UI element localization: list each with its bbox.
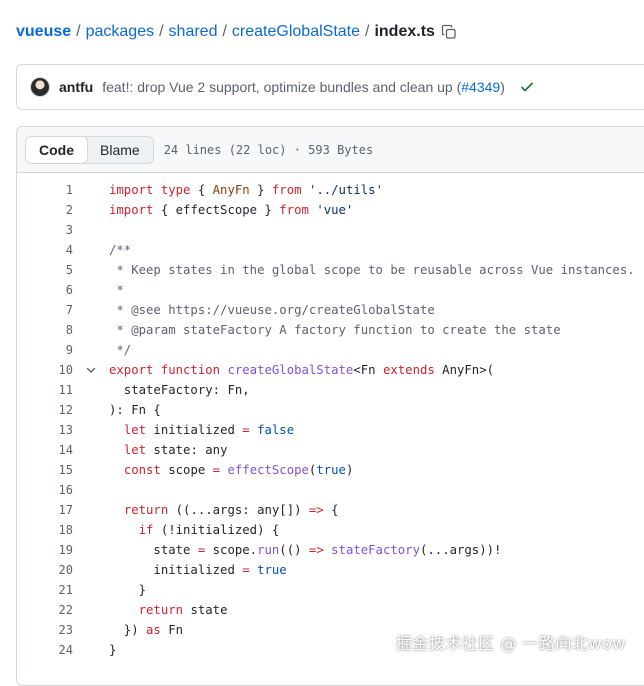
code-line: 10 export function createGlobalState<Fn e… — [17, 360, 644, 380]
line-number[interactable]: 2 — [17, 203, 73, 217]
line-number[interactable]: 9 — [17, 343, 73, 357]
breadcrumb-separator: / — [159, 23, 164, 40]
line-number[interactable]: 8 — [17, 323, 73, 337]
code-line: 13 let initialized = false — [17, 420, 644, 440]
code-text: import { effectScope } from 'vue' — [109, 203, 354, 217]
code-line: 7 * @see https://vueuse.org/createGlobal… — [17, 300, 644, 320]
code-tab[interactable]: Code — [25, 136, 88, 163]
commit-message-text: feat!: drop Vue 2 support, optimize bund… — [102, 79, 462, 95]
code-text: }) as Fn — [109, 623, 184, 637]
line-number[interactable]: 13 — [17, 423, 73, 437]
code-line: 17 return ((...args: any[]) => { — [17, 500, 644, 520]
code-line: 8 * @param stateFactory A factory functi… — [17, 320, 644, 340]
line-number[interactable]: 3 — [17, 223, 73, 237]
line-number[interactable]: 23 — [17, 623, 73, 637]
breadcrumb-shared-link[interactable]: shared — [169, 23, 218, 41]
code-line: 3 — [17, 220, 644, 240]
code-line: 9 */ — [17, 340, 644, 360]
breadcrumb-current-file: index.ts — [374, 23, 435, 40]
commit-author[interactable]: antfu — [59, 79, 93, 95]
code-view: 1 import type { AnyFn } from '../utils' 2 i… — [17, 173, 644, 660]
code-line: 5 * Keep states in the global scope to b… — [17, 260, 644, 280]
line-number[interactable]: 14 — [17, 443, 73, 457]
code-text: let initialized = false — [123, 423, 295, 437]
view-toggle: Code Blame — [25, 135, 154, 164]
line-number[interactable]: 17 — [17, 503, 73, 517]
line-number[interactable]: 16 — [17, 483, 73, 497]
watermark: 掘金技术社区 @ 一路向北wow — [395, 634, 626, 653]
latest-commit-bar: antfu feat!: drop Vue 2 support, optimiz… — [16, 64, 644, 110]
code-line: 20 initialized = true — [17, 560, 644, 580]
code-text: stateFactory: Fn, — [109, 383, 250, 397]
line-number[interactable]: 1 — [17, 183, 73, 197]
code-line: 19 state = scope.run(() => stateFactory(… — [17, 540, 644, 560]
breadcrumb: vueuse / packages / shared / createGloba… — [16, 20, 457, 44]
code-text: * Keep states in the global scope to be … — [109, 263, 635, 277]
line-number[interactable]: 18 — [17, 523, 73, 537]
code-text: * — [109, 283, 124, 297]
code-line: 2 import { effectScope } from 'vue' — [17, 200, 644, 220]
commit-message[interactable]: feat!: drop Vue 2 support, optimize bund… — [102, 79, 505, 95]
code-line: 21 } — [17, 580, 644, 600]
code-text: return state — [138, 603, 228, 617]
breadcrumb-separator: / — [222, 23, 227, 40]
check-icon[interactable] — [519, 79, 535, 95]
code-line: 1 import type { AnyFn } from '../utils' — [17, 180, 644, 200]
code-line: 12 ): Fn { — [17, 400, 644, 420]
code-text: const scope = effectScope(true) — [123, 463, 354, 477]
code-line: 15 const scope = effectScope(true) — [17, 460, 644, 480]
code-text: import type { AnyFn } from '../utils' — [109, 183, 383, 197]
breadcrumb-packages-link[interactable]: packages — [86, 23, 155, 41]
blame-tab[interactable]: Blame — [87, 137, 153, 163]
line-number[interactable]: 24 — [17, 643, 73, 657]
line-number[interactable]: 5 — [17, 263, 73, 277]
code-text: let state: any — [123, 443, 228, 457]
code-line: 4 /** — [17, 240, 644, 260]
breadcrumb-separator: / — [365, 23, 370, 40]
code-text: /** — [109, 243, 132, 257]
line-number[interactable]: 19 — [17, 543, 73, 557]
code-line: 18 if (!initialized) { — [17, 520, 644, 540]
avatar[interactable] — [30, 77, 50, 97]
file-viewer: Code Blame 24 lines (22 loc) · 593 Bytes… — [16, 126, 644, 686]
code-text: export function createGlobalState<Fn ext… — [109, 363, 495, 377]
code-text: initialized = true — [109, 563, 287, 577]
code-text: } — [109, 583, 147, 597]
code-text: * @see https://vueuse.org/createGlobalSt… — [109, 303, 435, 317]
copy-icon[interactable] — [441, 24, 457, 40]
code-text: } — [109, 643, 117, 657]
chevron-down-icon[interactable] — [73, 364, 109, 376]
line-number[interactable]: 6 — [17, 283, 73, 297]
breadcrumb-createglobalstate-link[interactable]: createGlobalState — [232, 23, 360, 41]
line-number[interactable]: 20 — [17, 563, 73, 577]
code-text: */ — [109, 343, 132, 357]
line-number[interactable]: 15 — [17, 463, 73, 477]
code-line: 11 stateFactory: Fn, — [17, 380, 644, 400]
code-text: return ((...args: any[]) => { — [123, 503, 339, 517]
line-number[interactable]: 21 — [17, 583, 73, 597]
code-line: 14 let state: any — [17, 440, 644, 460]
code-text: state = scope.run(() => stateFactory(...… — [109, 543, 502, 557]
line-number[interactable]: 12 — [17, 403, 73, 417]
line-number[interactable]: 22 — [17, 603, 73, 617]
line-number[interactable]: 11 — [17, 383, 73, 397]
code-text: * @param stateFactory A factory function… — [109, 323, 561, 337]
line-number[interactable]: 4 — [17, 243, 73, 257]
line-number[interactable]: 10 — [17, 363, 73, 377]
code-line: 6 * — [17, 280, 644, 300]
file-header: Code Blame 24 lines (22 loc) · 593 Bytes — [17, 127, 644, 173]
line-number[interactable]: 7 — [17, 303, 73, 317]
breadcrumb-repo-link[interactable]: vueuse — [16, 23, 71, 41]
commit-pr-link[interactable]: #4349 — [461, 79, 500, 95]
code-line: 22 return state — [17, 600, 644, 620]
breadcrumb-separator: / — [76, 23, 81, 40]
file-stats: 24 lines (22 loc) · 593 Bytes — [163, 142, 374, 157]
code-line: 16 — [17, 480, 644, 500]
commit-message-end: ) — [500, 79, 505, 95]
code-text: ): Fn { — [109, 403, 161, 417]
code-text: if (!initialized) { — [138, 523, 280, 537]
